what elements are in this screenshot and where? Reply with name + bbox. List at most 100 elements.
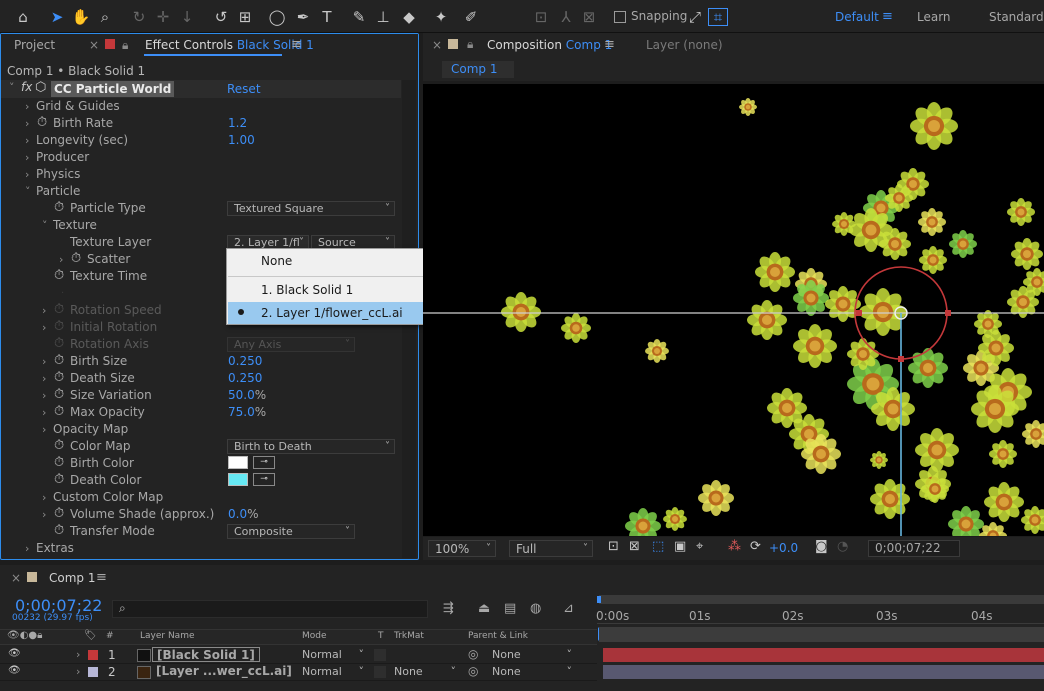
close-icon[interactable]: × bbox=[432, 38, 442, 52]
close-icon[interactable]: × bbox=[89, 38, 99, 52]
stopwatch-icon[interactable]: ⏱︎ bbox=[54, 199, 64, 216]
preserve-transparency-toggle[interactable] bbox=[374, 649, 386, 661]
zoom-tool-icon[interactable]: ⌕ bbox=[94, 6, 116, 28]
orbit-camera-icon[interactable]: ↻ bbox=[128, 6, 150, 28]
panel-menu-icon[interactable]: ≡ bbox=[604, 37, 615, 52]
effect-name[interactable]: CC Particle World bbox=[51, 81, 175, 97]
trkmat-dropdown[interactable]: ˅ bbox=[394, 648, 458, 663]
chevron-right-icon[interactable]: › bbox=[25, 132, 29, 149]
graph-editor-icon[interactable]: ⊿ bbox=[563, 601, 574, 616]
stopwatch-icon[interactable]: ⏱︎ bbox=[54, 352, 64, 369]
reset-link[interactable]: Reset bbox=[227, 82, 261, 96]
selection-tool-icon[interactable]: ➤ bbox=[46, 6, 68, 28]
eraser-tool-icon[interactable]: ◆ bbox=[398, 6, 420, 28]
parent-dropdown[interactable]: None ˅ bbox=[486, 648, 576, 663]
stopwatch-icon[interactable]: ⏱︎ bbox=[54, 403, 64, 420]
tab-composition[interactable]: Composition Comp 1 bbox=[487, 38, 612, 52]
property-value[interactable]: 1.00 bbox=[228, 132, 255, 149]
layer-duration-bar[interactable] bbox=[603, 665, 1044, 679]
chevron-right-icon[interactable]: › bbox=[25, 166, 29, 183]
stopwatch-icon[interactable]: ⏱︎ bbox=[71, 250, 81, 267]
layer-name[interactable]: [Layer ...wer_ccL.ai] bbox=[152, 664, 296, 679]
pen-tool-icon[interactable]: ✒ bbox=[292, 6, 314, 28]
property-value[interactable]: 75.0% bbox=[228, 404, 266, 421]
chevron-right-icon[interactable]: › bbox=[42, 319, 46, 336]
stopwatch-icon[interactable]: ⏱︎ bbox=[54, 386, 64, 403]
brush-tool-icon[interactable]: ✎ bbox=[348, 6, 370, 28]
current-time-display[interactable]: 0;00;07;22 bbox=[868, 540, 960, 557]
show-snapshot-icon[interactable]: ◔ bbox=[837, 539, 848, 554]
chevron-right-icon[interactable]: › bbox=[42, 489, 46, 506]
property-dropdown[interactable]: Birth to Death ˅ bbox=[227, 439, 395, 454]
stopwatch-icon[interactable]: ⏱︎ bbox=[54, 437, 64, 454]
property-value[interactable]: 0.250 bbox=[228, 353, 262, 370]
lock-icon[interactable]: 🔒︎ bbox=[467, 37, 473, 52]
chevron-right-icon[interactable]: › bbox=[76, 665, 80, 678]
trkmat-dropdown[interactable]: None ˅ bbox=[394, 665, 458, 680]
snapshot-region-icon[interactable]: ⊡ bbox=[608, 539, 619, 554]
stopwatch-icon[interactable]: ⏱︎ bbox=[54, 454, 64, 471]
roto-brush-icon[interactable]: ✦ bbox=[430, 6, 452, 28]
channels-icon[interactable]: ⁂ bbox=[728, 539, 741, 554]
chevron-right-icon[interactable]: › bbox=[25, 149, 29, 166]
shy-layers-icon[interactable]: ⏏ bbox=[478, 601, 490, 616]
camera-snapshot-icon[interactable]: ◙ bbox=[815, 539, 828, 554]
pickwhip-icon[interactable]: ◎ bbox=[468, 664, 478, 678]
stopwatch-icon[interactable]: ⏱︎ bbox=[54, 301, 64, 318]
stopwatch-icon[interactable]: ⏱︎ bbox=[54, 318, 64, 335]
property-dropdown[interactable]: Textured Square ˅ bbox=[227, 201, 395, 216]
pan-behind-tool-icon[interactable]: ⊞ bbox=[234, 6, 256, 28]
chevron-right-icon[interactable]: › bbox=[42, 370, 46, 387]
chevron-right-icon[interactable]: › bbox=[42, 421, 46, 438]
layer-duration-bar[interactable] bbox=[603, 648, 1044, 662]
ellipse-tool-icon[interactable]: ◯ bbox=[266, 6, 288, 28]
tab-layer[interactable]: Layer (none) bbox=[646, 38, 723, 52]
snap-grid-icon[interactable]: ⌗ bbox=[708, 8, 728, 26]
eye-icon[interactable]: 👁︎ bbox=[8, 648, 21, 659]
puppet-pin-icon[interactable]: ✐ bbox=[460, 6, 482, 28]
mode-dropdown[interactable]: Normal ˅ bbox=[302, 665, 366, 680]
property-dropdown[interactable]: Composite ˅ bbox=[227, 524, 355, 539]
menu-item-none[interactable]: None bbox=[228, 250, 440, 272]
chevron-right-icon[interactable]: › bbox=[42, 404, 46, 421]
fx-icon[interactable]: fx bbox=[21, 80, 32, 94]
grid-options-icon[interactable]: ⌖ bbox=[696, 539, 703, 554]
stopwatch-icon[interactable]: ⏱︎ bbox=[54, 369, 64, 386]
preserve-transparency-toggle[interactable] bbox=[374, 666, 386, 678]
frame-blending-icon[interactable]: ▤ bbox=[504, 601, 516, 616]
stopwatch-icon[interactable]: ⏱︎ bbox=[54, 522, 64, 539]
panel-menu-icon[interactable]: ≡ bbox=[291, 37, 302, 52]
pan-camera-icon[interactable]: ✛ bbox=[152, 6, 174, 28]
view-axis-icon[interactable]: ⊠ bbox=[578, 6, 600, 28]
color-swatch[interactable] bbox=[228, 473, 248, 486]
parent-dropdown[interactable]: None ˅ bbox=[486, 665, 576, 680]
panel-menu-icon[interactable]: ≡ bbox=[96, 570, 107, 585]
layer-row[interactable]: 👁︎ › 1 [Black Solid 1] Normal ˅ ˅ ◎ None ˅ bbox=[0, 647, 597, 664]
menu-item-black-solid[interactable]: 1. Black Solid 1 bbox=[228, 279, 440, 301]
property-value[interactable]: 50.0% bbox=[228, 387, 266, 404]
exposure-value[interactable]: +0.0 bbox=[769, 541, 798, 555]
chevron-right-icon[interactable]: › bbox=[25, 540, 29, 557]
chevron-right-icon[interactable]: › bbox=[42, 302, 46, 319]
pickwhip-icon[interactable]: ◎ bbox=[468, 647, 478, 661]
safe-margins-icon[interactable]: ▣ bbox=[674, 539, 686, 554]
workspace-menu-icon[interactable]: ≡ bbox=[882, 9, 893, 24]
layer-name-header[interactable]: Layer Name bbox=[140, 631, 195, 641]
color-swatch[interactable] bbox=[228, 456, 248, 469]
resolution-dropdown[interactable]: Full ˅ bbox=[509, 540, 593, 557]
layer-label-color[interactable] bbox=[88, 667, 98, 677]
mode-dropdown[interactable]: Normal ˅ bbox=[302, 648, 366, 663]
timeline-tab[interactable]: Comp 1 bbox=[49, 571, 95, 585]
workspace-default[interactable]: Default bbox=[835, 0, 879, 33]
lock-icon[interactable]: 🔒︎ bbox=[122, 38, 128, 53]
mask-visibility-icon[interactable]: ⬚ bbox=[652, 539, 664, 554]
transparency-grid-icon[interactable]: ⊠ bbox=[629, 539, 640, 554]
hand-tool-icon[interactable]: ✋ bbox=[70, 6, 92, 28]
work-area-bar[interactable] bbox=[599, 595, 1044, 604]
snap-edges-icon[interactable]: ⤢ bbox=[684, 6, 706, 28]
property-value[interactable]: 0.250 bbox=[228, 370, 262, 387]
chevron-right-icon[interactable]: › bbox=[42, 353, 46, 370]
chevron-right-icon[interactable]: › bbox=[59, 251, 63, 268]
chevron-right-icon[interactable]: › bbox=[42, 506, 46, 523]
motion-blur-icon[interactable]: ◍ bbox=[530, 601, 541, 616]
